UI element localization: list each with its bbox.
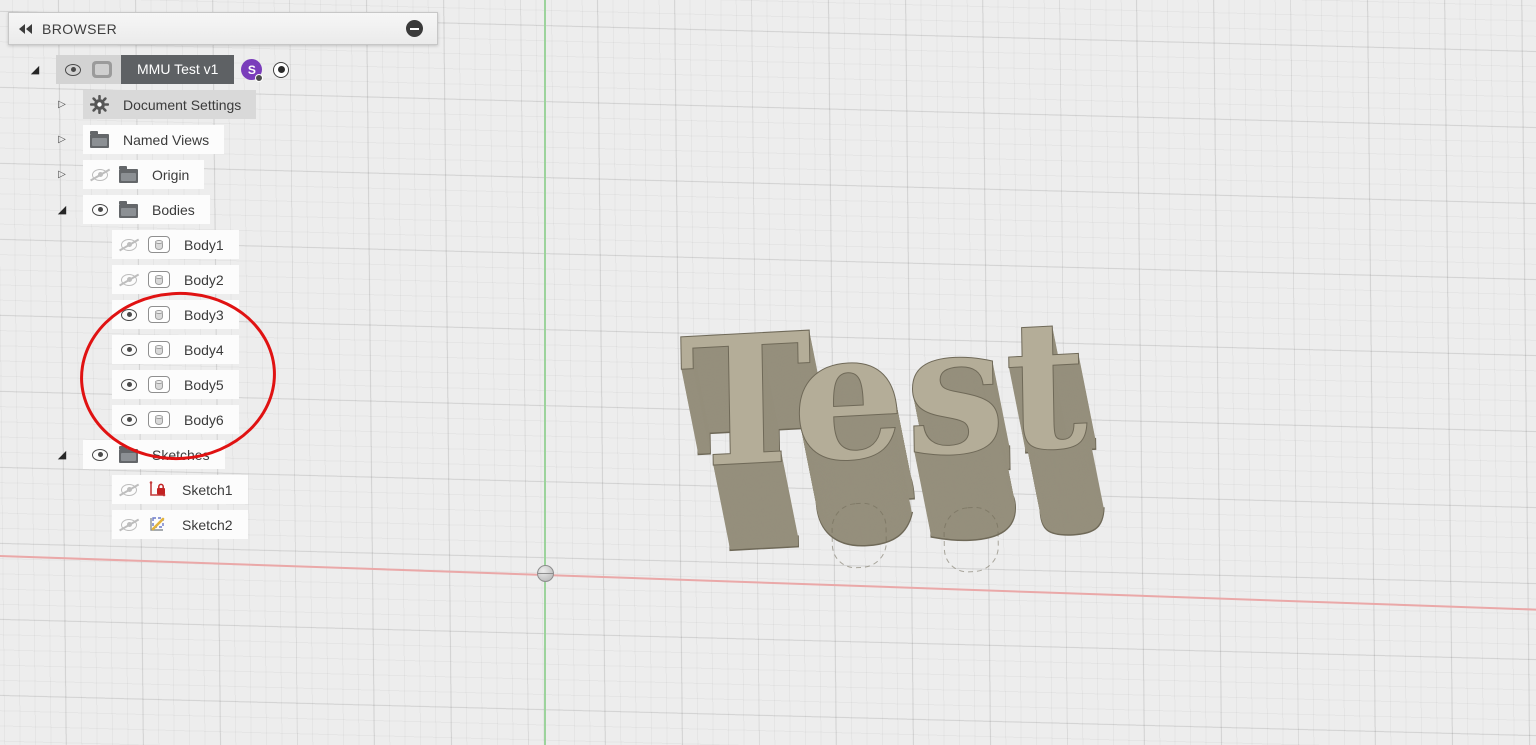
display-mode-button[interactable] [406,20,423,37]
browser-panel-header[interactable]: BROWSER [8,12,438,45]
expand-arrow-icon[interactable]: ▷ [55,98,69,112]
tree-row-body5[interactable]: Body5 [8,367,289,402]
tree-item-label[interactable]: Named Views [118,132,214,148]
collapse-arrow-icon[interactable]: ◢ [28,63,42,77]
tree-row-bodies[interactable]: ◢ Bodies [8,192,289,227]
collapse-arrow-icon[interactable]: ◢ [55,448,69,462]
visibility-on-icon[interactable] [119,343,139,357]
collapse-arrow-icon[interactable]: ◢ [55,203,69,217]
visibility-on-icon[interactable] [90,448,110,462]
origin-marker [537,565,554,582]
tree-row-sketch2[interactable]: Sketch2 [8,507,289,542]
tree-row-body6[interactable]: Body6 [8,402,289,437]
tree-row-sketch1[interactable]: Sketch1 [8,472,289,507]
visibility-on-icon[interactable] [119,378,139,392]
folder-icon [119,200,138,218]
tree-row-document-settings[interactable]: ▷ Document Settings [8,87,289,122]
tree-item-label[interactable]: Origin [147,167,194,183]
body-icon [148,236,170,253]
tree-row-body4[interactable]: Body4 [8,332,289,367]
visibility-off-icon[interactable] [119,238,139,252]
tree-item-label[interactable]: Body6 [179,412,229,428]
model-3d-text[interactable]: TestTestTestTestTestTestTestTestTestTest… [672,288,1132,618]
tree-item-label[interactable]: Sketch2 [177,517,238,533]
browser-tree: ◢ MMU Test v1 S ▷ Document Settings ▷ Na… [8,52,290,542]
folder-icon [119,165,138,183]
tree-item-label[interactable]: Body2 [179,272,229,288]
tree-row-sketches[interactable]: ◢ Sketches [8,437,289,472]
visibility-off-icon[interactable] [119,483,139,497]
tree-item-label[interactable]: Body5 [179,377,229,393]
visibility-on-icon[interactable] [119,308,139,322]
expand-arrow-icon[interactable]: ▷ [55,168,69,182]
tree-item-label[interactable]: Body4 [179,342,229,358]
tree-row-root-component[interactable]: ◢ MMU Test v1 S [8,52,290,87]
visibility-off-icon[interactable] [90,168,110,182]
body-icon [148,411,170,428]
body-icon [148,376,170,393]
expand-arrow-icon[interactable]: ▷ [55,133,69,147]
tree-row-body2[interactable]: Body2 [8,262,289,297]
visibility-on-icon[interactable] [90,203,110,217]
sketch-icon [150,517,165,531]
shared-status-badge[interactable]: S [241,59,264,82]
visibility-off-icon[interactable] [119,518,139,532]
body-icon [148,341,170,358]
y-axis [544,0,546,745]
component-icon [92,61,112,78]
svg-text:Test: Test [678,288,1089,509]
tree-row-body3[interactable]: Body3 [8,297,289,332]
tree-row-origin[interactable]: ▷ Origin [8,157,289,192]
body-icon [148,271,170,288]
tree-item-label[interactable]: Bodies [147,202,200,218]
tree-row-body1[interactable]: Body1 [8,227,289,262]
folder-icon [90,130,109,148]
visibility-on-icon[interactable] [63,63,83,77]
tree-item-label[interactable]: Body1 [179,237,229,253]
gear-icon [90,95,109,114]
sketch-locked-icon [149,481,166,497]
body-icon [148,306,170,323]
tree-item-label[interactable]: Sketch1 [177,482,238,498]
root-component-label[interactable]: MMU Test v1 [121,55,235,84]
tree-item-label[interactable]: Document Settings [118,97,246,113]
collapse-panel-icon[interactable] [19,23,32,34]
tree-item-label[interactable]: Body3 [179,307,229,323]
visibility-off-icon[interactable] [119,273,139,287]
tree-row-named-views[interactable]: ▷ Named Views [8,122,289,157]
activate-component-radio[interactable] [273,61,290,78]
tree-item-label[interactable]: Sketches [147,447,215,463]
folder-icon [119,445,138,463]
panel-title: BROWSER [42,20,118,37]
visibility-on-icon[interactable] [119,413,139,427]
